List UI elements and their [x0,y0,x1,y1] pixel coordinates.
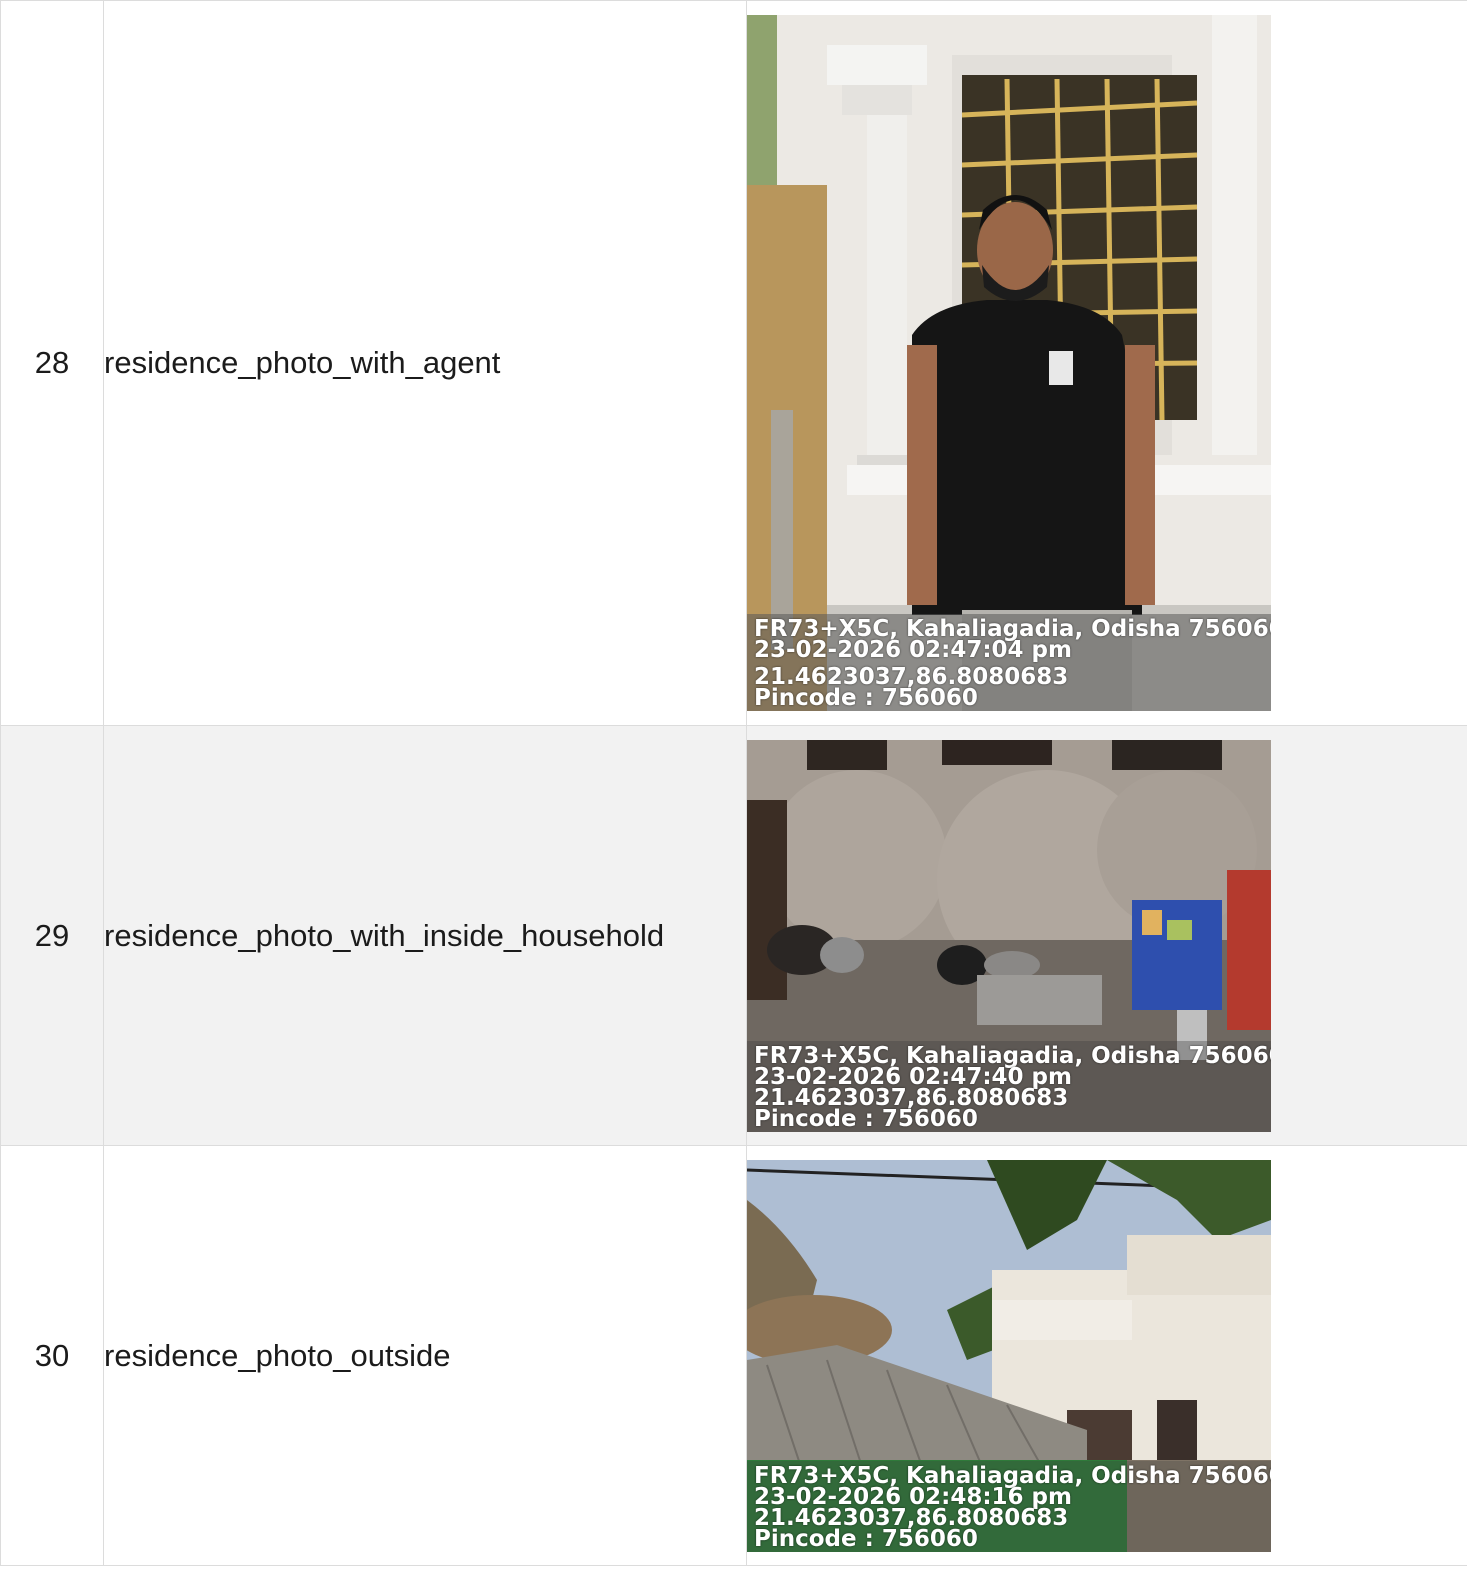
row-index: 29 [0,725,104,1146]
residence-photo-outside[interactable]: FR73+X5C, Kahaliagadia, Odisha 756060, 2… [747,1159,1271,1552]
photo-cell: FR73+X5C, Kahaliagadia, Odisha 756060, 2… [746,1145,1467,1566]
row-label: residence_photo_with_agent [103,0,747,726]
photo-table: 28 residence_photo_with_agent FR73+X5C, … [0,0,1467,1566]
person-standing-photo-icon [747,15,1271,711]
table-row: 29 residence_photo_with_inside_household [0,725,1467,1146]
photo-caption: FR73+X5C, Kahaliagadia, Odisha 756060, 2… [747,1040,1271,1132]
residence-photo-with-agent[interactable]: FR73+X5C, Kahaliagadia, Odisha 756060, 2… [747,15,1271,711]
photo-caption: FR73+X5C, Kahaliagadia, Odisha 756060, 2… [747,614,1271,711]
table-row: 30 residence_photo_outside FR73+X5C, Kah… [0,1145,1467,1566]
photo-cell: FR73+X5C, Kahaliagadia, Odisha 756060, 2… [746,0,1467,726]
row-label: residence_photo_with_inside_household [103,725,747,1146]
photo-caption: FR73+X5C, Kahaliagadia, Odisha 756060, 2… [747,1460,1271,1552]
residence-photo-with-inside-household[interactable]: FR73+X5C, Kahaliagadia, Odisha 756060, 2… [747,739,1271,1132]
photo-cell: FR73+X5C, Kahaliagadia, Odisha 756060, 2… [746,725,1467,1146]
row-index: 30 [0,1145,104,1566]
row-index: 28 [0,0,104,726]
row-label: residence_photo_outside [103,1145,747,1566]
table-row: 28 residence_photo_with_agent FR73+X5C, … [0,0,1467,726]
